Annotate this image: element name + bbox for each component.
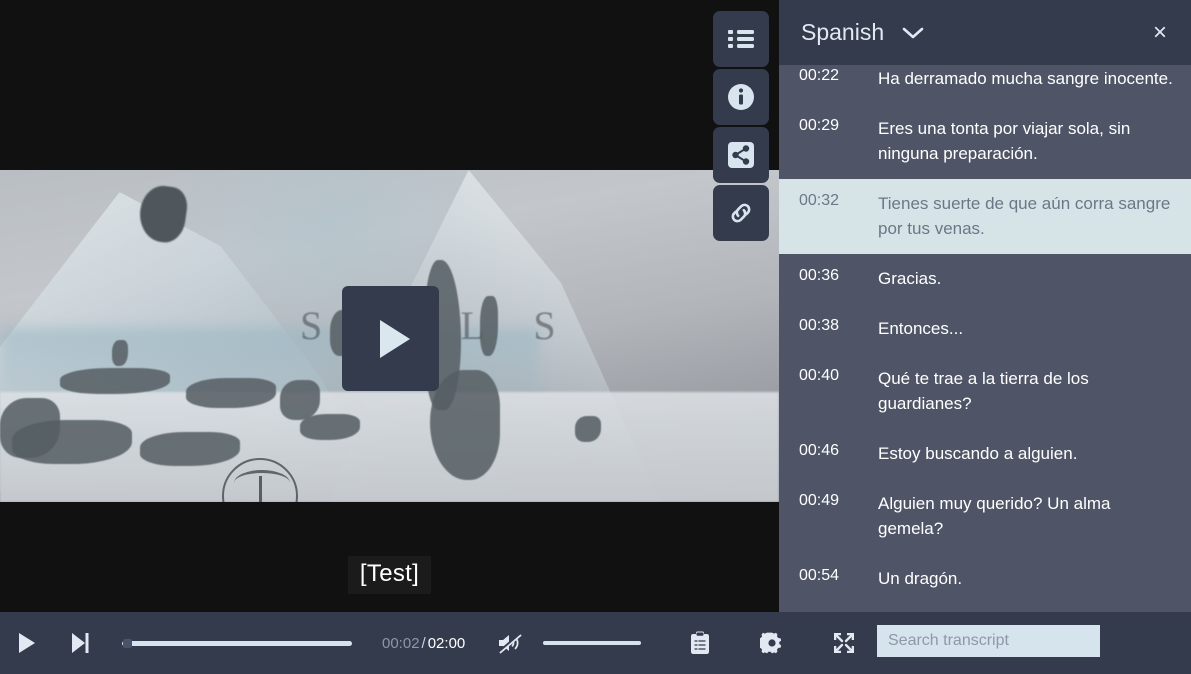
cue-timestamp: 00:46	[799, 442, 840, 459]
transcript-cue[interactable]: 00:38 Entonces...	[779, 304, 1191, 354]
transcript-cue[interactable]: 00:40 Qué te trae a la tierra de los gua…	[779, 354, 1191, 429]
cue-text: Ha derramado mucha sangre inocente.	[878, 69, 1173, 88]
rock-cluster-3	[186, 378, 276, 408]
gear-icon	[760, 632, 782, 654]
seek-handle[interactable]	[123, 639, 132, 648]
transcript-cue[interactable]: 00:54 Un dragón.	[779, 554, 1191, 604]
transcript-cue[interactable]: 00:29 Eres una tonta por viajar sola, si…	[779, 104, 1191, 179]
play-icon	[19, 633, 35, 653]
seek-slider[interactable]	[122, 638, 352, 648]
play-triangle-icon	[379, 319, 410, 358]
cue-text: Estoy buscando a alguien.	[878, 444, 1078, 463]
copy-link-button[interactable]	[713, 185, 769, 241]
letterbox-bottom	[0, 502, 779, 612]
rock-cluster-8	[430, 370, 500, 480]
cue-text: Tienes suerte de que aún corra sangre po…	[878, 194, 1171, 238]
cue-timestamp: 00:29	[799, 117, 840, 134]
notes-button[interactable]	[683, 626, 717, 660]
side-action-group	[713, 11, 769, 241]
share-icon	[728, 142, 754, 168]
seek-track	[122, 641, 352, 646]
tree-canopy	[234, 470, 290, 496]
cue-text: Gracias.	[878, 269, 942, 288]
transcript-cue[interactable]: 00:46 Estoy buscando a alguien.	[779, 429, 1191, 479]
rock-cluster-9	[575, 416, 601, 442]
cue-timestamp: 00:54	[799, 567, 840, 584]
rock-spire-4	[480, 296, 498, 356]
time-separator: /	[421, 634, 426, 652]
cue-text: Qué te trae a la tierra de los guardiane…	[878, 369, 1089, 413]
transcript-header: Spanish ×	[779, 0, 1191, 65]
rock-cluster-4	[60, 368, 170, 394]
cue-timestamp: 00:49	[799, 492, 840, 509]
cue-timestamp: 00:40	[799, 367, 840, 384]
language-label[interactable]: Spanish	[801, 19, 884, 46]
transcript-cue[interactable]: 00:49 Alguien muy querido? Un alma gemel…	[779, 479, 1191, 554]
share-button[interactable]	[713, 127, 769, 183]
cue-text: Un dragón.	[878, 569, 963, 588]
cue-text: Alguien muy querido? Un alma gemela?	[878, 494, 1111, 538]
info-icon	[728, 84, 754, 110]
link-icon	[731, 203, 751, 223]
cue-timestamp: 00:22	[799, 67, 840, 84]
duration: 02:00	[427, 634, 466, 652]
cue-timestamp: 00:36	[799, 267, 840, 284]
transcript-cue[interactable]: 00:22 Ha derramado mucha sangre inocente…	[779, 65, 1191, 104]
chevron-down-icon[interactable]	[902, 26, 924, 40]
skip-next-icon	[72, 633, 89, 653]
mute-icon	[498, 632, 522, 654]
video-player[interactable]: S TEL S [Test]	[0, 0, 779, 612]
letterbox-top	[0, 0, 779, 170]
search-transcript-wrapper	[877, 625, 1100, 657]
info-button[interactable]	[713, 69, 769, 125]
next-button[interactable]	[63, 626, 97, 660]
transcript-toggle-button[interactable]	[713, 11, 769, 67]
video-player-app: S TEL S [Test]	[0, 0, 1191, 674]
play-large-button[interactable]	[342, 286, 439, 391]
volume-slider[interactable]	[543, 639, 642, 647]
cue-text: Eres una tonta por viajar sola, sin ning…	[878, 119, 1131, 163]
rock-spire-2	[112, 340, 128, 366]
settings-button[interactable]	[755, 626, 789, 660]
transcript-cues: 00:22 Ha derramado mucha sangre inocente…	[779, 65, 1191, 604]
rock-cluster-6	[300, 414, 360, 440]
close-icon[interactable]: ×	[1147, 20, 1173, 46]
transcript-cue-active[interactable]: 00:32 Tienes suerte de que aún corra san…	[779, 179, 1191, 254]
rock-cluster-2	[140, 432, 240, 466]
cue-timestamp: 00:32	[799, 192, 840, 209]
rock-cluster-7	[0, 398, 60, 458]
clipboard-icon	[691, 631, 710, 654]
time-display: 00:02/02:00	[382, 635, 465, 652]
rock-cluster-5	[280, 380, 320, 420]
transcript-panel: Spanish × 00:22 Ha derramado mucha sangr…	[779, 0, 1191, 612]
play-button[interactable]	[10, 626, 44, 660]
mute-button[interactable]	[493, 626, 527, 660]
search-transcript-input[interactable]	[877, 625, 1100, 657]
cue-text: Entonces...	[878, 319, 964, 338]
transcript-cue[interactable]: 00:36 Gracias.	[779, 254, 1191, 304]
current-time: 00:02	[382, 634, 420, 652]
expand-icon	[834, 633, 855, 653]
volume-track	[543, 641, 642, 645]
transcript-list[interactable]: 00:22 Ha derramado mucha sangre inocente…	[779, 65, 1191, 612]
cue-timestamp: 00:38	[799, 317, 840, 334]
list-icon	[728, 30, 754, 48]
fullscreen-button[interactable]	[827, 626, 861, 660]
